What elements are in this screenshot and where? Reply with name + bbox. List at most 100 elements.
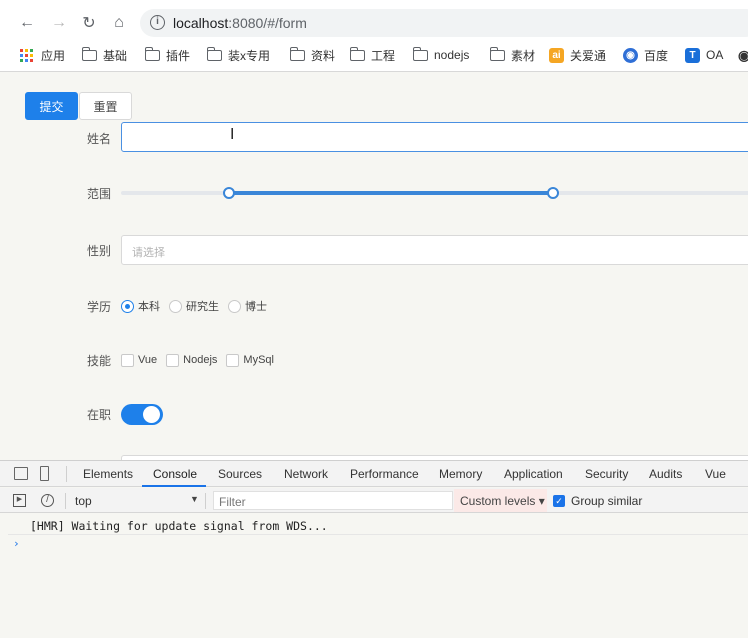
tab-audits[interactable]: Audits xyxy=(649,467,682,481)
bookmark-label: 插件 xyxy=(166,48,191,63)
console-prompt[interactable]: › xyxy=(13,537,20,550)
radio-bachelor[interactable] xyxy=(121,299,134,313)
name-input[interactable] xyxy=(121,122,748,152)
divider xyxy=(205,493,206,509)
console-toolbar: ▶ / top ▼ Filter Custom levels ▾ ✓ Group… xyxy=(0,488,748,513)
bookmark-folder[interactable]: 基础 xyxy=(81,46,127,64)
checkbox-mysql[interactable] xyxy=(226,353,240,367)
education-radio-group: 本科 研究生 博士 xyxy=(121,298,276,314)
skills-label: 技能 xyxy=(87,354,112,368)
gender-placeholder: 请选择 xyxy=(132,247,165,259)
checkbox-nodejs[interactable] xyxy=(166,353,180,367)
checkbox-label[interactable]: MySql xyxy=(243,354,274,366)
slider-handle-end[interactable] xyxy=(547,187,559,199)
bookmark-folder[interactable]: nodejs xyxy=(412,46,469,64)
reload-icon[interactable]: ↻ xyxy=(78,12,100,34)
radio-label[interactable]: 研究生 xyxy=(186,298,219,314)
clear-console-icon[interactable]: / xyxy=(41,494,54,507)
folder-icon xyxy=(144,46,160,61)
context-selector[interactable]: top xyxy=(75,494,92,508)
bookmark-apps[interactable]: 应用 xyxy=(20,46,65,64)
github-icon[interactable]: ◉ xyxy=(738,46,748,64)
sidebar-toggle-icon[interactable]: ▶ xyxy=(13,494,26,507)
checkbox-checked-icon[interactable]: ✓ xyxy=(553,495,565,507)
bookmark-folder[interactable]: 插件 xyxy=(144,46,191,64)
forward-icon[interactable]: → xyxy=(48,12,70,34)
checkbox-vue[interactable] xyxy=(121,353,134,367)
group-similar-label: Group similar xyxy=(571,494,643,508)
tab-sources[interactable]: Sources xyxy=(218,467,262,481)
bookmark-baidu[interactable]: ◉ 百度 xyxy=(623,46,668,64)
employed-switch[interactable] xyxy=(121,404,163,425)
tab-memory[interactable]: Memory xyxy=(439,467,482,481)
tab-vue[interactable]: Vue xyxy=(705,467,726,481)
address-bar[interactable]: i localhost:8080/#/form xyxy=(140,9,748,37)
filter-input[interactable]: Filter xyxy=(213,491,453,510)
slider-handle-start[interactable] xyxy=(223,187,235,199)
bookmark-folder[interactable]: 装x专用 xyxy=(206,46,271,64)
bookmark-folder[interactable]: 素材 xyxy=(489,46,536,64)
bookmark-label: 装x专用 xyxy=(228,48,271,63)
folder-icon xyxy=(289,46,305,61)
tab-console[interactable]: Console xyxy=(153,467,197,481)
oa-icon: T xyxy=(685,47,700,63)
text-cursor-icon: I xyxy=(230,125,235,143)
slider-range-fill xyxy=(229,191,553,195)
radio-master[interactable] xyxy=(169,299,182,313)
checkbox-label[interactable]: Nodejs xyxy=(183,354,217,366)
back-icon[interactable]: ← xyxy=(16,12,38,34)
gender-select[interactable]: 请选择 xyxy=(121,235,748,265)
folder-icon xyxy=(81,46,97,61)
switch-knob xyxy=(143,406,160,423)
radio-label[interactable]: 本科 xyxy=(138,298,160,314)
tab-performance[interactable]: Performance xyxy=(350,467,419,481)
tab-network[interactable]: Network xyxy=(284,467,328,481)
inspect-element-icon[interactable] xyxy=(14,467,28,480)
education-label: 学历 xyxy=(87,300,112,314)
tab-security[interactable]: Security xyxy=(585,467,628,481)
baidu-paw-icon: ◉ xyxy=(623,47,638,63)
url-host: localhost xyxy=(173,15,229,31)
device-toolbar-icon[interactable] xyxy=(40,466,49,481)
devtools-panel: Elements Console Sources Network Perform… xyxy=(0,460,748,638)
range-label: 范围 xyxy=(87,187,112,201)
bookmark-label: 素材 xyxy=(511,48,536,63)
url-text[interactable]: localhost:8080/#/form xyxy=(173,15,307,31)
bookmark-folder[interactable]: 资料 xyxy=(289,46,336,64)
site-info-icon[interactable]: i xyxy=(150,15,165,30)
log-levels-dropdown[interactable]: Custom levels ▾ xyxy=(454,489,547,512)
checkbox-label[interactable]: Vue xyxy=(138,354,157,366)
tab-application[interactable]: Application xyxy=(504,467,563,481)
active-tab-indicator xyxy=(142,485,206,487)
bookmark-label: 应用 xyxy=(41,48,66,63)
folder-icon xyxy=(412,46,428,61)
form-page: 提交 重置 姓名 I 范围 性别 请选择 学历 本科 研究生 博士 技能 Vue… xyxy=(0,73,748,460)
skills-checkbox-group: Vue Nodejs MySql xyxy=(121,352,283,368)
console-message: [HMR] Waiting for update signal from WDS… xyxy=(30,519,328,533)
radio-label[interactable]: 博士 xyxy=(245,298,267,314)
bookmark-oa[interactable]: T OA xyxy=(685,46,723,64)
folder-icon xyxy=(489,46,505,61)
bookmark-label: OA xyxy=(706,48,724,62)
url-path: :8080/#/form xyxy=(228,15,307,31)
submit-button[interactable]: 提交 xyxy=(25,92,78,120)
bookmark-label: 资料 xyxy=(311,48,336,63)
folder-icon xyxy=(206,46,222,61)
group-similar-toggle[interactable]: ✓ Group similar xyxy=(553,494,642,508)
gender-label: 性别 xyxy=(87,244,112,258)
bookmark-guanaitong[interactable]: ai 关爱通 xyxy=(549,46,606,64)
reset-button[interactable]: 重置 xyxy=(79,92,132,120)
radio-doctor[interactable] xyxy=(228,299,241,313)
bookmark-label: 关爱通 xyxy=(570,48,607,63)
divider xyxy=(66,466,67,482)
browser-chrome: ← → ↻ ⌂ i localhost:8080/#/form 应用 基础 插件… xyxy=(0,0,748,72)
range-slider[interactable] xyxy=(121,186,748,200)
apps-grid-icon xyxy=(20,48,33,62)
folder-icon xyxy=(349,46,365,61)
tab-elements[interactable]: Elements xyxy=(83,467,133,481)
caret-down-icon[interactable]: ▼ xyxy=(190,494,199,504)
bookmark-folder[interactable]: 工程 xyxy=(349,46,395,64)
home-icon[interactable]: ⌂ xyxy=(108,12,130,34)
divider xyxy=(65,493,66,509)
guanaitong-icon: ai xyxy=(549,47,564,63)
